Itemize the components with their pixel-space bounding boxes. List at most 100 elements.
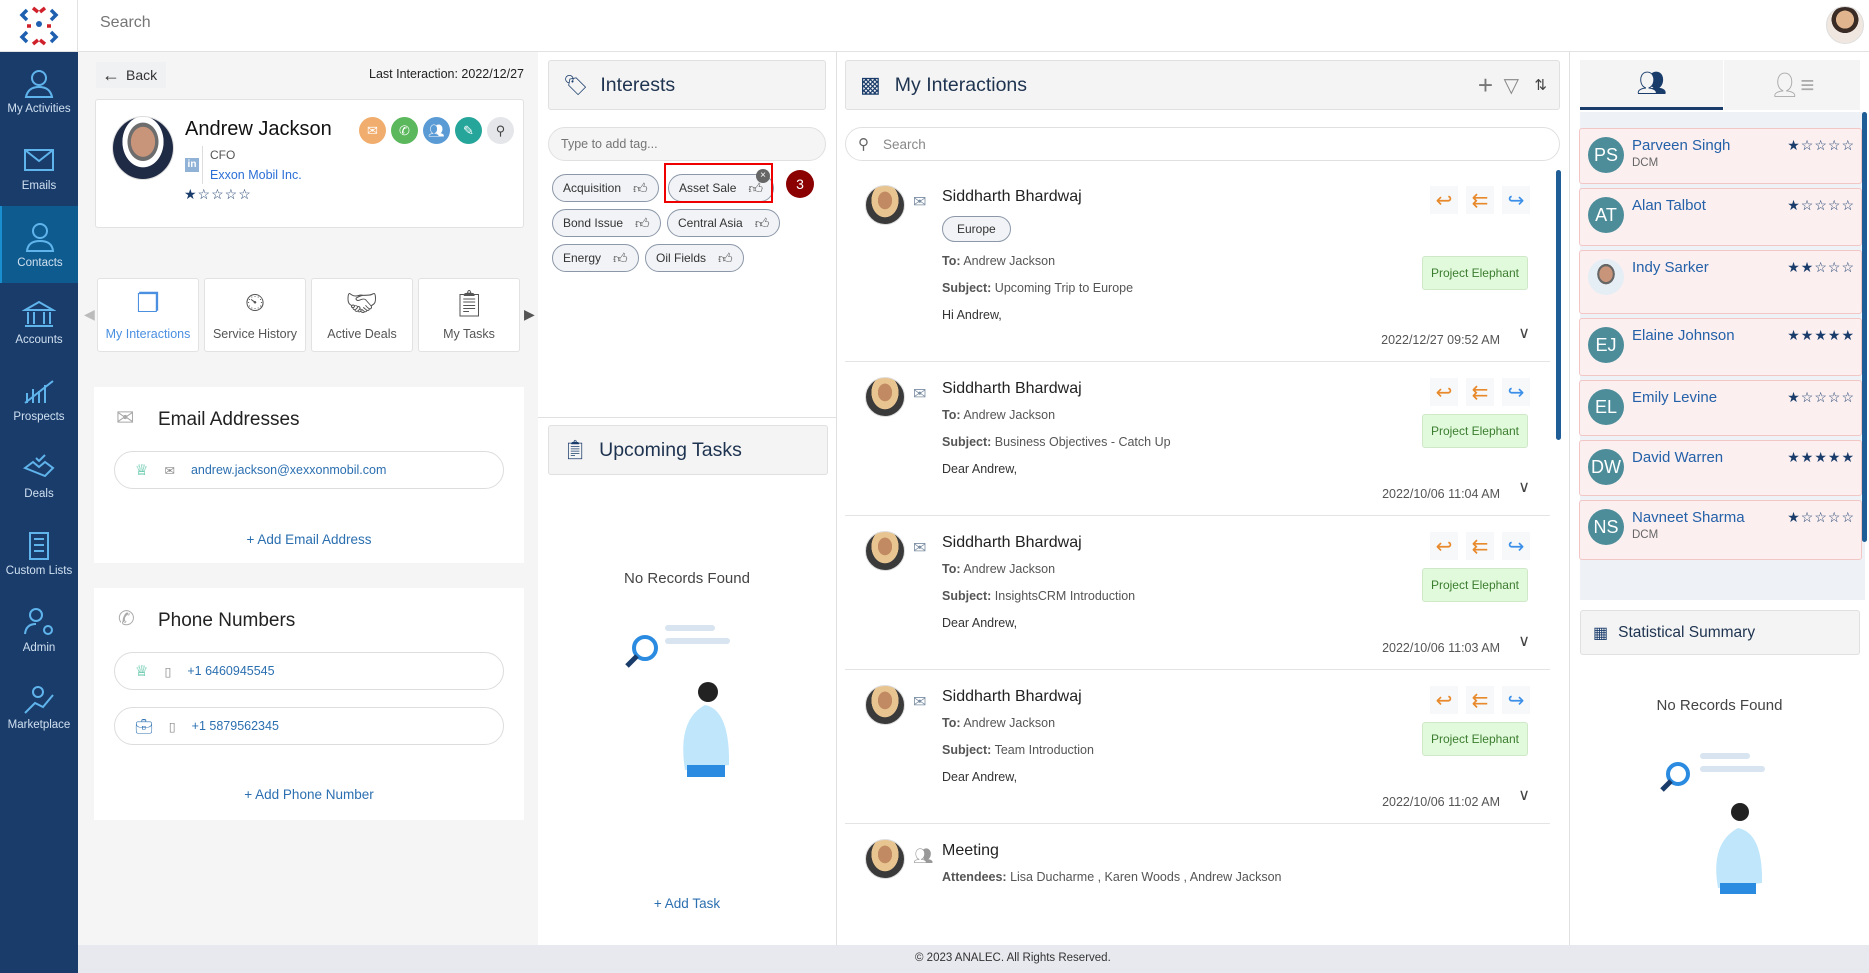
tab-my-interactions[interactable]: ❐ My Interactions [97,278,199,352]
reply-icon[interactable]: ↩ [1430,532,1458,560]
sidebar-item-prospects[interactable]: Prospects [0,360,78,437]
person-rating[interactable]: ★☆☆☆☆ [1787,509,1855,526]
forward-icon[interactable]: ↪ [1502,378,1530,406]
add-task-button[interactable]: + Add Task [538,896,836,911]
person-name[interactable]: Alan Talbot [1632,197,1706,214]
project-tag[interactable]: Project Elephant [1421,568,1528,602]
interaction-item[interactable]: ✉ Siddharth Bhardwaj To: Andrew Jackson Su… [845,670,1550,824]
search-action-button[interactable]: ⚲ [487,117,514,144]
region-tag[interactable]: Europe [942,216,1011,242]
user-avatar[interactable] [1826,6,1864,44]
sidebar-item-custom-lists[interactable]: Custom Lists [0,514,78,591]
person-name[interactable]: David Warren [1632,449,1723,466]
thumbs-up-icon[interactable]: 👍︎ [635,215,650,232]
tab-related-people[interactable]: 👥︎ [1580,60,1723,110]
person-rating[interactable]: ★☆☆☆☆ [1787,137,1855,154]
forward-icon[interactable]: ↪ [1502,532,1530,560]
reply-all-icon[interactable]: ⇇ [1466,186,1494,214]
sort-icon[interactable]: ⇅ [1534,76,1547,94]
related-person-card[interactable]: EL Emily Levine ★☆☆☆☆ [1579,380,1862,436]
sidebar-item-accounts[interactable]: Accounts [0,283,78,360]
sidebar-item-deals[interactable]: Deals [0,437,78,514]
scrollbar[interactable] [1556,170,1561,440]
reply-icon[interactable]: ↩ [1430,186,1458,214]
tabs-next-arrow[interactable]: ▶ [524,306,535,323]
person-name[interactable]: Emily Levine [1632,389,1717,406]
chevron-down-icon[interactable]: ∨ [1518,477,1530,497]
interest-tag[interactable]: Acquisition 👍︎ [552,174,659,202]
person-name[interactable]: Parveen Singh [1632,137,1730,154]
tab-contact-details[interactable]: 👤︎≡ [1724,60,1860,110]
reply-all-icon[interactable]: ⇇ [1466,686,1494,714]
back-button[interactable]: ← Back [96,62,166,88]
filter-icon[interactable]: ▽ [1504,73,1519,98]
person-name[interactable]: Indy Sarker [1632,259,1709,276]
linkedin-icon[interactable]: in [185,158,199,172]
phone-entry[interactable]: ♕ ▯ +1 6460945545 [114,652,504,690]
forward-icon[interactable]: ↪ [1502,186,1530,214]
project-tag[interactable]: Project Elephant [1421,722,1528,756]
reply-icon[interactable]: ↩ [1430,378,1458,406]
thumbs-up-icon[interactable]: 👍︎ [613,250,628,267]
sidebar-item-admin[interactable]: Admin [0,591,78,668]
contact-company-link[interactable]: Exxon Mobil Inc. [210,168,302,182]
thumbs-up-icon[interactable]: 👍︎ [633,180,648,197]
reply-all-icon[interactable]: ⇇ [1466,378,1494,406]
tab-active-deals[interactable]: 🤝︎ Active Deals [311,278,413,352]
phone-number[interactable]: +1 5879562345 [192,719,279,733]
chevron-down-icon[interactable]: ∨ [1518,323,1530,343]
interaction-item[interactable]: ✉ Siddharth Bhardwaj To: Andrew Jackson Su… [845,362,1550,516]
related-person-card[interactable]: PS Parveen Singh DCM ★☆☆☆☆ [1579,128,1862,184]
email-entry[interactable]: ♕ ✉ andrew.jackson@xexxonmobil.com [114,451,504,489]
chevron-down-icon[interactable]: ∨ [1518,785,1530,805]
person-name[interactable]: Navneet Sharma [1632,509,1745,526]
project-tag[interactable]: Project Elephant [1421,256,1528,290]
related-person-card[interactable]: AT Alan Talbot ★☆☆☆☆ [1579,188,1862,246]
tabs-prev-arrow[interactable]: ◀ [84,306,95,323]
add-phone-button[interactable]: + Add Phone Number [94,787,524,802]
forward-icon[interactable]: ↪ [1502,686,1530,714]
phone-action-button[interactable]: ✆ [391,117,418,144]
remove-tag-icon[interactable]: × [756,169,770,183]
phone-entry[interactable]: 💼︎ ▯ +1 5879562345 [114,707,504,745]
interaction-item[interactable]: ✉ Siddharth Bhardwaj To: Andrew Jackson Su… [845,516,1550,670]
add-email-button[interactable]: + Add Email Address [94,532,524,547]
interest-tag[interactable]: Bond Issue 👍︎ [552,209,661,237]
app-logo[interactable] [0,0,78,52]
sidebar-item-my-activities[interactable]: My Activities [0,52,78,129]
interaction-item[interactable]: 👥︎ Meeting Attendees: Lisa Ducharme , Kare… [845,824,1550,945]
contact-rating[interactable]: ★☆☆☆☆ [184,186,252,203]
scrollbar[interactable] [1862,112,1867,542]
phone-number[interactable]: +1 6460945545 [187,664,274,678]
person-rating[interactable]: ★★★★★ [1787,327,1855,344]
sidebar-item-contacts[interactable]: Contacts [0,206,78,283]
interaction-item[interactable]: ✉ Siddharth Bhardwaj Europe To: Andrew Jack… [845,170,1550,362]
person-rating[interactable]: ★★☆☆☆ [1787,259,1855,276]
note-action-button[interactable]: ✎ [455,117,482,144]
interest-tag[interactable]: Oil Fields 👍︎ [645,244,744,272]
interest-tag[interactable]: Central Asia 👍︎ [667,209,781,237]
tab-service-history[interactable]: ⏲ Service History [204,278,306,352]
add-icon[interactable]: + [1478,70,1493,101]
related-person-card[interactable]: Indy Sarker ★★☆☆☆ [1579,250,1862,314]
thumbs-up-icon[interactable]: 👍︎ [755,215,770,232]
sidebar-item-emails[interactable]: Emails [0,129,78,206]
related-person-card[interactable]: NS Navneet Sharma DCM ★☆☆☆☆ [1579,500,1862,560]
email-action-button[interactable]: ✉ [359,117,386,144]
person-name[interactable]: Elaine Johnson [1632,327,1735,344]
person-rating[interactable]: ★☆☆☆☆ [1787,389,1855,406]
global-search-input[interactable] [100,14,700,32]
person-rating[interactable]: ★☆☆☆☆ [1787,197,1855,214]
related-person-card[interactable]: EJ Elaine Johnson ★★★★★ [1579,318,1862,376]
related-person-card[interactable]: DW David Warren ★★★★★ [1579,440,1862,496]
interactions-search[interactable]: ⚲ Search [845,127,1560,161]
email-address[interactable]: andrew.jackson@xexxonmobil.com [191,463,386,477]
meeting-action-button[interactable]: 👥︎ [423,117,450,144]
tab-my-tasks[interactable]: 📋︎ My Tasks [418,278,520,352]
tag-input[interactable] [548,127,826,161]
project-tag[interactable]: Project Elephant [1421,414,1528,448]
reply-icon[interactable]: ↩ [1430,686,1458,714]
person-rating[interactable]: ★★★★★ [1787,449,1855,466]
thumbs-up-icon[interactable]: 👍︎ [718,250,733,267]
reply-all-icon[interactable]: ⇇ [1466,532,1494,560]
